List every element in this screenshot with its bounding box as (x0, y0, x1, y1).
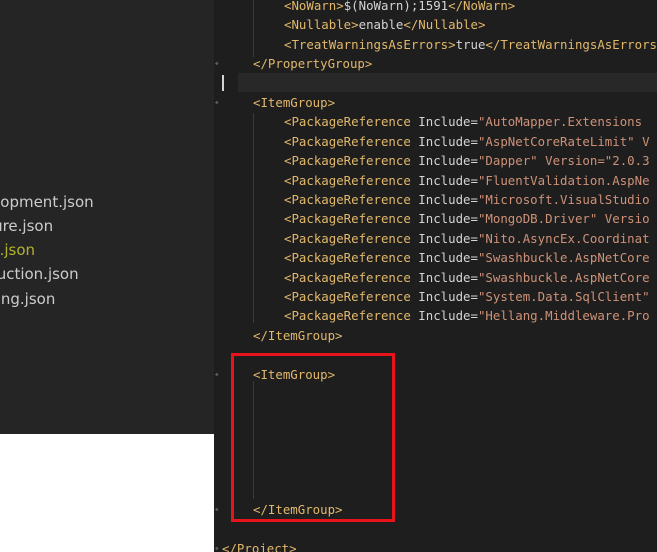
code-line[interactable]: <PackageReference Include="Dapper" Versi… (284, 151, 650, 170)
xml-package-tag: <PackageReference (284, 269, 411, 285)
xml-close-tag: </PropertyGroup> (253, 56, 373, 72)
xml-package-tag: <PackageReference (284, 192, 411, 207)
code-line[interactable]: </ItemGroup> (253, 326, 343, 345)
xml-package-tag: <PackageReference (284, 289, 411, 304)
current-line-highlight (238, 73, 657, 92)
xml-include-attr: Include= (410, 133, 478, 149)
file-item-local-json[interactable]: cal.json (0, 239, 35, 261)
xml-package-tag: <PackageReference (284, 133, 411, 149)
xml-attr-value: "FluentValidation.AspNe (477, 172, 650, 188)
xml-include-attr: Include= (410, 250, 478, 266)
code-line[interactable]: <PackageReference Include="Swashbuckle.A… (284, 268, 650, 287)
xml-include-attr: Include= (410, 230, 478, 246)
xml-package-tag: <PackageReference (284, 250, 411, 266)
xml-attr-value: "Swashbuckle.AspNetCore (477, 269, 650, 285)
code-line[interactable]: <PackageReference Include="MongoDB.Drive… (284, 209, 650, 228)
xml-attr-value: "Microsoft.VisualStudio (477, 192, 650, 207)
code-line[interactable]: <PackageReference Include="FluentValidat… (284, 171, 650, 190)
xml-attr-value: "AutoMapper.Extensions (477, 114, 643, 130)
blank-panel (0, 434, 214, 552)
code-line[interactable]: <PackageReference Include="Microsoft.Vis… (284, 190, 650, 209)
xml-package-tag: <PackageReference (284, 211, 411, 227)
fold-marker-icon[interactable]: ◆ (215, 543, 223, 552)
code-line[interactable]: <Nullable>enable</Nullable> (284, 15, 485, 34)
xml-include-attr: Include= (410, 211, 478, 227)
xml-package-tag: <PackageReference (284, 153, 411, 169)
xml-text: $(NoWarn);1591 (343, 0, 449, 13)
xml-include-attr: Include= (410, 308, 478, 324)
code-line[interactable]: <PackageReference Include="AutoMapper.Ex… (284, 112, 642, 131)
xml-attr-value: "Swashbuckle.AspNetCore (477, 250, 650, 266)
file-item-feature-json[interactable]: ature.json (0, 215, 53, 237)
xml-include-attr: Include= (410, 289, 478, 304)
xml-text: enable (358, 17, 404, 33)
xml-include-attr: Include= (410, 153, 478, 169)
xml-attr-value: "AspNetCoreRateLimit" V (477, 133, 650, 149)
text-cursor (222, 75, 224, 91)
code-line[interactable]: <NoWarn>$(NoWarn);1591</NoWarn> (284, 0, 515, 15)
xml-close-tag: </TreatWarningsAsErrors> (485, 36, 657, 52)
xml-attr-value: "Hellang.Middleware.Pro (477, 308, 650, 324)
fold-marker-icon[interactable]: ◆ (215, 369, 223, 381)
code-line[interactable]: <PackageReference Include="Swashbuckle.A… (284, 248, 650, 267)
code-line[interactable]: </Project> (222, 539, 297, 552)
xml-open-tag: <TreatWarningsAsErrors> (284, 36, 456, 52)
code-line[interactable]: </PropertyGroup> (253, 54, 372, 73)
code-line[interactable]: <PackageReference Include="System.Data.S… (284, 287, 650, 306)
xml-package-tag: <PackageReference (284, 308, 411, 324)
xml-include-attr: Include= (410, 192, 478, 207)
xml-package-tag: <PackageReference (284, 172, 411, 188)
xml-open-tag: <Nullable> (284, 17, 359, 33)
xml-package-tag: <PackageReference (284, 114, 411, 130)
code-line[interactable]: <TreatWarningsAsErrors>true</TreatWarnin… (284, 35, 657, 54)
indent-guide (253, 0, 254, 57)
fold-marker-icon[interactable]: ◆ (215, 58, 223, 70)
xml-package-tag: <PackageReference (284, 230, 411, 246)
fold-marker-icon[interactable]: ◆ (215, 97, 223, 109)
file-item-staging-json[interactable]: aging.json (0, 288, 55, 310)
file-item-development-json[interactable]: velopment.json (0, 191, 94, 213)
fold-marker-icon[interactable]: ◆ (215, 504, 223, 516)
xml-attr-value: "Dapper" Version="2.0.3 (477, 153, 650, 169)
highlight-annotation-box (231, 353, 395, 522)
xml-include-attr: Include= (410, 172, 478, 188)
xml-text: true (455, 36, 486, 52)
code-line[interactable]: <ItemGroup> (253, 93, 335, 112)
code-line[interactable]: <PackageReference Include="AspNetCoreRat… (284, 132, 650, 151)
xml-attr-value: "Nito.AsyncEx.Coordinat (477, 230, 650, 246)
xml-include-attr: Include= (410, 269, 478, 285)
code-line[interactable]: <PackageReference Include="Hellang.Middl… (284, 306, 650, 325)
file-item-production-json[interactable]: oduction.json (0, 263, 79, 285)
indent-guide (253, 113, 254, 323)
xml-open-tag: <ItemGroup> (253, 95, 336, 110)
code-line[interactable]: <PackageReference Include="Nito.AsyncEx.… (284, 229, 650, 248)
xml-close-tag: </NoWarn> (448, 0, 516, 13)
xml-attr-value: "MongoDB.Driver" Versio (477, 211, 650, 227)
xml-close-tag: </Nullable> (403, 17, 486, 33)
xml-close-tag: </Project> (222, 541, 297, 552)
xml-open-tag: <NoWarn> (284, 0, 344, 13)
xml-close-tag: </ItemGroup> (253, 327, 343, 343)
xml-include-attr: Include= (410, 114, 478, 130)
xml-attr-value: "System.Data.SqlClient" (477, 289, 650, 304)
file-explorer: on velopment.json ature.json cal.json od… (0, 0, 214, 434)
